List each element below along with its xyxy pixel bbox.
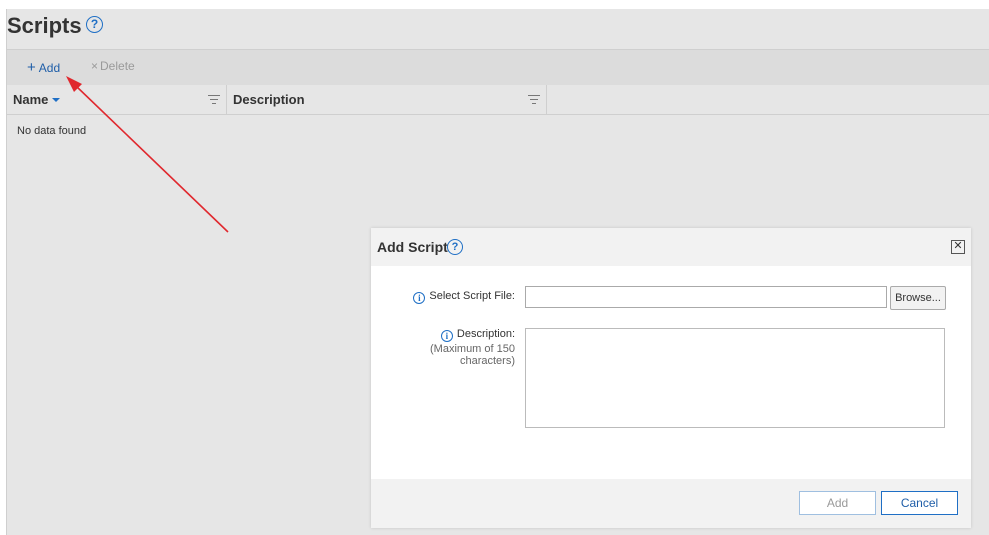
description-hint-line: (Maximum of 150	[430, 343, 515, 355]
add-script-dialog: Add Script ? ✕ i Select Script File: Brow…	[371, 228, 971, 528]
dialog-footer: Add Cancel	[371, 479, 971, 528]
help-icon[interactable]: ?	[447, 239, 463, 255]
dialog-title: Add Script	[377, 239, 448, 255]
info-icon: i	[440, 330, 453, 342]
select-file-label: i Select Script File:	[413, 290, 515, 304]
cancel-button[interactable]: Cancel	[881, 491, 958, 515]
dialog-header: Add Script ? ✕	[371, 228, 971, 266]
close-icon[interactable]: ✕	[951, 240, 965, 254]
script-file-input[interactable]	[525, 286, 887, 308]
description-label: i Description:	[440, 328, 515, 342]
description-hint: (Maximum of 150 characters)	[430, 343, 515, 367]
description-label-text: Description:	[456, 328, 515, 340]
browse-button[interactable]: Browse...	[890, 286, 946, 310]
info-icon: i	[413, 292, 426, 304]
description-hint-line: characters)	[459, 355, 515, 367]
select-file-label-text: Select Script File:	[429, 290, 515, 302]
add-button-disabled[interactable]: Add	[799, 491, 876, 515]
description-textarea[interactable]	[525, 328, 945, 428]
